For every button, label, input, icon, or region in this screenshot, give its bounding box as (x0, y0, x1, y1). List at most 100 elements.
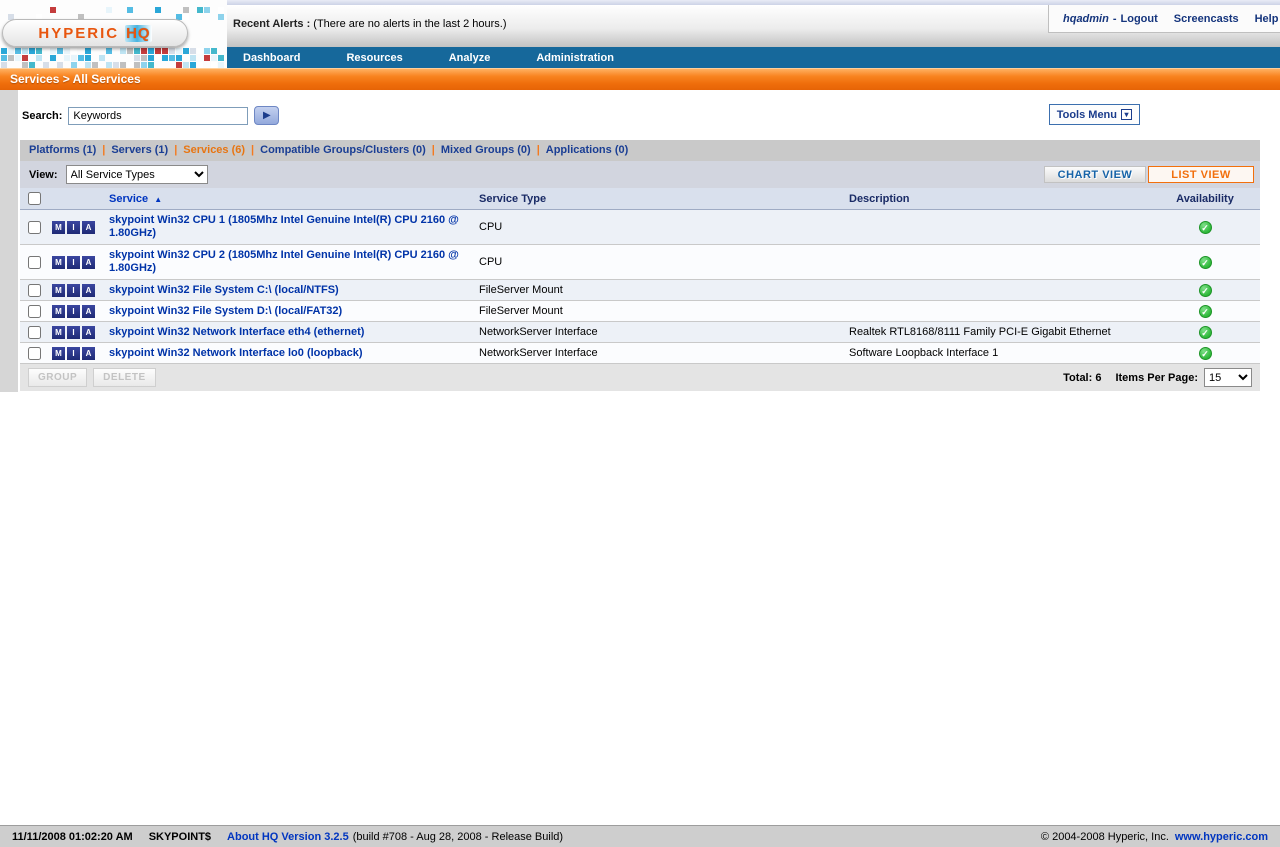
table-row: M I Askypoint Win32 Network Interface eth4… (20, 322, 1260, 343)
table-row: M I Askypoint Win32 File System D:\ (local… (20, 301, 1260, 322)
nav-item-resources[interactable]: Resources (330, 52, 418, 64)
main-nav: Dashboard Resources Analyze Administration (227, 47, 1280, 68)
service-description: Software Loopback Interface 1 (849, 347, 999, 359)
alerts-badge[interactable]: A (82, 325, 95, 339)
recent-alerts-label: Recent Alerts : (233, 18, 311, 30)
row-checkbox[interactable] (27, 346, 41, 360)
inventory-badge[interactable]: I (67, 283, 80, 297)
recent-alerts-value: (There are no alerts in the last 2 hours… (313, 18, 507, 30)
group-button[interactable]: GROUP (28, 368, 88, 387)
service-description (845, 261, 1150, 263)
availability-ok-icon: ✓ (1198, 325, 1212, 339)
total-count: Total: 6 (1063, 371, 1102, 384)
screencasts-link[interactable]: Screencasts (1174, 13, 1239, 25)
view-bar: View: All Service Types CHART VIEW LIST … (20, 161, 1260, 188)
service-type: NetworkServer Interface (479, 347, 598, 359)
tab-applications[interactable]: Applications (0) (531, 144, 629, 156)
select-all-checkbox[interactable] (27, 192, 41, 205)
service-type: FileServer Mount (479, 305, 563, 317)
row-checkbox[interactable] (27, 255, 41, 269)
tab-mixed[interactable]: Mixed Groups (0) (426, 144, 531, 156)
list-view-button[interactable]: LIST VIEW (1148, 166, 1254, 183)
table-header: Service ▲ Service Type Description Avail… (20, 188, 1260, 210)
items-per-page-label: Items Per Page: (1115, 371, 1198, 384)
footer-build-info: (build #708 - Aug 28, 2008 - Release Bui… (352, 830, 564, 843)
help-link[interactable]: Help (1255, 13, 1279, 25)
search-input[interactable] (68, 106, 249, 125)
inventory-badge[interactable]: I (67, 325, 80, 339)
view-toggle: CHART VIEW LIST VIEW (1044, 166, 1254, 183)
service-description (845, 226, 1150, 228)
tab-platforms[interactable]: Platforms (1) (29, 144, 96, 156)
table-row: M I Askypoint Win32 CPU 1 (1805Mhz Intel G… (20, 210, 1260, 245)
search-submit-button[interactable]: ▶ (254, 106, 280, 125)
alerts-badge[interactable]: A (82, 283, 95, 297)
monitor-badge[interactable]: M (52, 255, 65, 269)
column-service-sort[interactable]: Service (109, 193, 148, 205)
alerts-badge[interactable]: A (82, 346, 95, 360)
about-hq-link[interactable]: About HQ Version 3.2.5 (227, 831, 349, 843)
nav-item-analyze[interactable]: Analyze (433, 52, 507, 64)
nav-item-dashboard[interactable]: Dashboard (227, 52, 316, 64)
tab-compatible[interactable]: Compatible Groups/Clusters (0) (245, 144, 426, 156)
row-checkbox[interactable] (27, 325, 41, 339)
monitor-badge[interactable]: M (52, 346, 65, 360)
tools-menu-button[interactable]: Tools Menu ▾ (1048, 104, 1140, 125)
logout-link[interactable]: Logout (1121, 13, 1158, 25)
delete-button[interactable]: DELETE (93, 368, 156, 387)
alerts-badge[interactable]: A (82, 220, 95, 234)
monitor-badge[interactable]: M (52, 304, 65, 318)
availability-ok-icon: ✓ (1198, 346, 1212, 360)
service-description (845, 289, 1150, 291)
inventory-badge[interactable]: I (67, 304, 80, 318)
row-checkbox[interactable] (27, 220, 41, 234)
service-link[interactable]: skypoint Win32 Network Interface eth4 (e… (109, 326, 364, 339)
monitor-badge[interactable]: M (52, 283, 65, 297)
tab-services[interactable]: Services (6) (168, 144, 245, 156)
user-links-bar: hqadmin - Logout Screencasts Help (1048, 5, 1280, 33)
chevron-down-icon: ▾ (1121, 109, 1132, 120)
footer-copyright: © 2004-2008 Hyperic, Inc. (1040, 830, 1169, 843)
service-link[interactable]: skypoint Win32 Network Interface lo0 (lo… (109, 347, 363, 360)
alerts-badge[interactable]: A (82, 255, 95, 269)
inventory-badge[interactable]: I (67, 255, 80, 269)
logo-text: HYPERIC (38, 24, 120, 42)
availability-ok-icon: ✓ (1198, 255, 1212, 269)
table-footer: GROUP DELETE Total: 6 Items Per Page: 15 (20, 364, 1260, 391)
search-label: Search: (22, 109, 63, 122)
availability-ok-icon: ✓ (1198, 220, 1212, 234)
service-type: CPU (479, 221, 503, 233)
username: hqadmin (1063, 12, 1109, 25)
alerts-badge[interactable]: A (82, 304, 95, 318)
chart-view-button[interactable]: CHART VIEW (1044, 166, 1146, 183)
service-type: CPU (479, 256, 503, 268)
view-select[interactable]: All Service Types (65, 165, 208, 184)
search-row: Search: ▶ (22, 106, 280, 125)
inventory-badge[interactable]: I (67, 346, 80, 360)
service-link[interactable]: skypoint Win32 CPU 2 (1805Mhz Intel Genu… (109, 249, 471, 275)
service-link[interactable]: skypoint Win32 File System D:\ (local/FA… (109, 305, 342, 318)
items-per-page-select[interactable]: 15 (1204, 368, 1252, 387)
nav-item-administration[interactable]: Administration (520, 52, 630, 64)
row-checkbox[interactable] (27, 304, 41, 318)
table-row: M I Askypoint Win32 CPU 2 (1805Mhz Intel G… (20, 245, 1260, 280)
table-row: M I Askypoint Win32 Network Interface lo0 … (20, 343, 1260, 364)
monitor-badge[interactable]: M (52, 325, 65, 339)
hyperic-logo[interactable]: HYPERIC HQ (2, 19, 188, 47)
tools-menu-label: Tools Menu (1056, 108, 1117, 121)
inventory-badge[interactable]: I (67, 220, 80, 234)
content-area: Search: ▶ Tools Menu ▾ Platforms (1)Serv… (0, 90, 1280, 825)
logo-hq-icon: HQ (125, 24, 152, 42)
service-link[interactable]: skypoint Win32 CPU 1 (1805Mhz Intel Genu… (109, 214, 471, 240)
page-footer: 11/11/2008 01:02:20 AM SKYPOINT$ About H… (0, 825, 1280, 847)
service-description (845, 310, 1150, 312)
hyperic-site-link[interactable]: www.hyperic.com (1175, 831, 1268, 843)
submit-arrow-icon: ▶ (263, 110, 271, 121)
row-checkbox[interactable] (27, 283, 41, 297)
footer-host: SKYPOINT$ (148, 830, 212, 843)
table-row: M I Askypoint Win32 File System C:\ (local… (20, 280, 1260, 301)
monitor-badge[interactable]: M (52, 220, 65, 234)
resource-tabs: Platforms (1)Servers (1)Services (6)Comp… (20, 140, 1260, 161)
service-link[interactable]: skypoint Win32 File System C:\ (local/NT… (109, 284, 339, 297)
tab-servers[interactable]: Servers (1) (96, 144, 168, 156)
